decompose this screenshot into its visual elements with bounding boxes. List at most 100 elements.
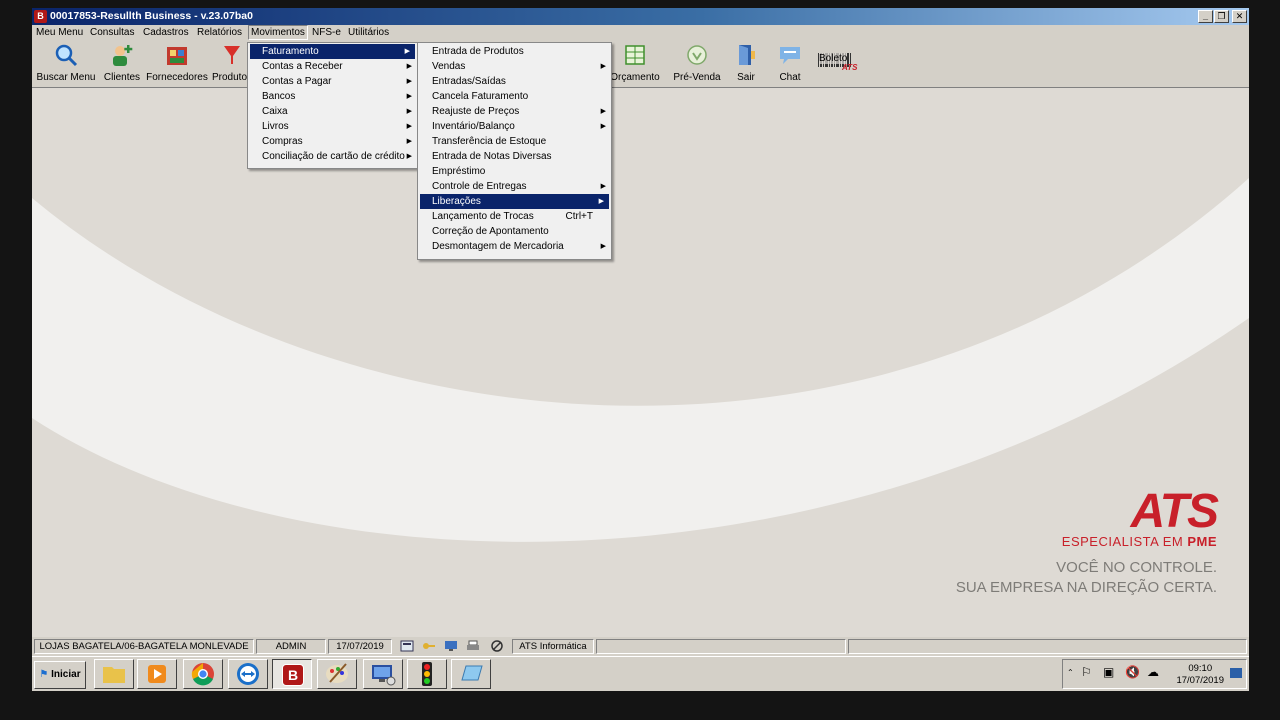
menu-item-contas-a-receber[interactable]: Contas a Receber ▶ <box>248 59 417 74</box>
volume-muted-icon[interactable]: 🔇 <box>1125 665 1140 679</box>
status-company: ATS Informática <box>512 639 594 654</box>
upload-cloud-icon[interactable]: ☁ <box>1147 665 1159 679</box>
buscar-menu-button[interactable]: Buscar Menu <box>36 43 96 83</box>
menu-item-reajuste-de-precos[interactable]: Reajuste de Preços ▶ <box>418 104 611 119</box>
menu-item-caixa[interactable]: Caixa ▶ <box>248 104 417 119</box>
chevron-up-icon[interactable]: ⌃ <box>1067 668 1074 677</box>
paint-palette-icon <box>326 663 348 683</box>
status-bar: LOJAS BAGATELA/06-BAGATELA MONLEVADE ADM… <box>32 638 1249 654</box>
media-player-icon <box>148 665 166 683</box>
system-tray: ⌃ ⚐ ▣ 🔇 ☁ 09:10 17/07/2019 <box>1062 659 1247 689</box>
sair-button[interactable]: Sair <box>730 43 762 83</box>
network-icon[interactable]: ▣ <box>1103 665 1114 679</box>
minimize-button[interactable]: _ <box>1198 10 1213 23</box>
menu-item-cancela-faturamento[interactable]: Cancela Faturamento <box>418 89 611 104</box>
menu-consultas[interactable]: Consultas <box>90 27 134 38</box>
taskbar-chrome[interactable] <box>183 659 223 689</box>
calculator-icon[interactable] <box>400 640 414 652</box>
folder-icon <box>103 667 125 683</box>
title-bar[interactable]: B 00017853-Resullth Business - v.23.07ba… <box>32 8 1249 25</box>
notepad-icon <box>461 665 483 681</box>
suppliers-icon <box>167 47 187 65</box>
menu-item-entradas-saidas[interactable]: Entradas/Saídas <box>418 74 611 89</box>
budget-icon <box>625 45 645 65</box>
toolbar: Buscar Menu Clientes Fornecedores Produt… <box>32 41 1249 87</box>
menu-item-liberacoes[interactable]: Liberações ▶ <box>420 194 609 209</box>
menu-item-conciliacao-cartao[interactable]: Conciliação de cartão de crédito ▶ <box>248 149 417 164</box>
menu-item-transferencia-de-estoque[interactable]: Transferência de Estoque <box>418 134 611 149</box>
boleto-button[interactable]: Boleto ATS <box>816 43 874 72</box>
menu-meu-menu[interactable]: Meu Menu <box>36 27 83 38</box>
menu-bar: Meu Menu Consultas Cadastros Relatórios … <box>32 25 1249 41</box>
window-title: 00017853-Resullth Business - v.23.07ba0 <box>50 10 253 22</box>
taskbar-file-explorer[interactable] <box>94 659 134 689</box>
key-icon[interactable] <box>422 640 436 652</box>
taskbar-remote-desktop[interactable] <box>363 659 403 689</box>
chat-button[interactable]: Chat <box>774 43 806 83</box>
menu-item-livros[interactable]: Livros ▶ <box>248 119 417 134</box>
chat-icon <box>780 47 800 64</box>
pre-sale-icon <box>687 45 707 65</box>
menu-relatorios[interactable]: Relatórios <box>197 27 242 38</box>
menu-item-emprestimo[interactable]: Empréstimo <box>418 164 611 179</box>
menu-item-faturamento[interactable]: Faturamento ▶ <box>250 44 415 59</box>
menu-item-entrada-de-produtos[interactable]: Entrada de Produtos <box>418 44 611 59</box>
exit-door-icon <box>739 45 755 65</box>
brand-tagline-2: SUA EMPRESA NA DIREÇÃO CERTA. <box>955 579 1217 596</box>
submenu-arrow-icon: ▶ <box>406 153 412 160</box>
close-button[interactable]: ✕ <box>1232 10 1247 23</box>
teamviewer-icon <box>237 663 259 685</box>
submenu-arrow-icon: ▶ <box>600 63 606 70</box>
result-business-icon: B <box>282 664 304 686</box>
menu-item-lancamento-de-trocas[interactable]: Lançamento de Trocas Ctrl+T <box>418 209 611 224</box>
clientes-button[interactable]: Clientes <box>102 43 142 83</box>
submenu-arrow-icon: ▶ <box>600 183 606 190</box>
taskbar-paint[interactable] <box>317 659 357 689</box>
submenu-arrow-icon: ▶ <box>600 108 606 115</box>
ats-logo: ATS <box>1130 485 1219 538</box>
menu-item-contas-a-pagar[interactable]: Contas a Pagar ▶ <box>248 74 417 89</box>
restore-button[interactable]: ❐ <box>1214 10 1229 23</box>
menu-item-entrada-de-notas-diversas[interactable]: Entrada de Notas Diversas <box>418 149 611 164</box>
menu-item-desmontagem-de-mercadoria[interactable]: Desmontagem de Mercadoria ▶ <box>418 239 611 254</box>
submenu-arrow-icon: ▶ <box>406 93 412 100</box>
monitor-icon[interactable] <box>444 640 458 652</box>
taskbar-notes[interactable] <box>451 659 491 689</box>
user-add-icon <box>113 45 133 66</box>
orcamento-button[interactable]: Orçamento <box>610 43 660 83</box>
menu-movimentos[interactable]: Movimentos <box>248 25 308 40</box>
produtos-button[interactable]: Produtos <box>212 43 252 83</box>
status-panel-empty-1 <box>596 639 846 654</box>
fornecedores-button[interactable]: Fornecedores <box>146 43 208 83</box>
menu-item-inventario-balanco[interactable]: Inventário/Balanço ▶ <box>418 119 611 134</box>
menu-utilitarios[interactable]: Utilitários <box>348 27 389 38</box>
menu-item-correcao-de-apontamento[interactable]: Correção de Apontamento <box>418 224 611 239</box>
taskbar-traffic-light[interactable] <box>407 659 447 689</box>
menu-cadastros[interactable]: Cadastros <box>143 27 189 38</box>
menu-item-compras[interactable]: Compras ▶ <box>248 134 417 149</box>
brand-subtitle: ESPECIALISTA EM PME <box>1061 534 1217 549</box>
menu-item-controle-de-entregas[interactable]: Controle de Entregas ▶ <box>418 179 611 194</box>
no-entry-icon[interactable] <box>490 640 504 652</box>
show-desktop-icon[interactable] <box>1230 668 1242 678</box>
faturamento-submenu: Entrada de Produtos Vendas ▶ Entradas/Saí… <box>417 42 612 260</box>
pre-venda-button[interactable]: Pré-Venda <box>672 43 722 83</box>
menu-nfse[interactable]: NFS-e <box>312 27 341 38</box>
chrome-icon <box>191 663 214 686</box>
brand-tagline-1: VOCÊ NO CONTROLE. <box>1056 559 1217 576</box>
submenu-arrow-icon: ▶ <box>406 138 412 145</box>
tray-clock[interactable]: 09:10 17/07/2019 <box>1176 663 1224 687</box>
menu-item-bancos[interactable]: Bancos ▶ <box>248 89 417 104</box>
flag-icon[interactable]: ⚐ <box>1081 665 1092 679</box>
printer-icon[interactable] <box>466 640 480 652</box>
app-icon[interactable]: B <box>34 10 47 23</box>
menu-item-vendas[interactable]: Vendas ▶ <box>418 59 611 74</box>
taskbar-result-business[interactable]: B <box>272 659 312 689</box>
submenu-arrow-icon: ▶ <box>406 108 412 115</box>
background-swoosh <box>32 178 1249 542</box>
status-date: 17/07/2019 <box>328 639 392 654</box>
taskbar-teamviewer[interactable] <box>228 659 268 689</box>
taskbar-media-player[interactable] <box>137 659 177 689</box>
status-store: LOJAS BAGATELA/06-BAGATELA MONLEVADE <box>34 639 254 654</box>
start-button[interactable]: ⚑ Iniciar <box>34 661 86 689</box>
